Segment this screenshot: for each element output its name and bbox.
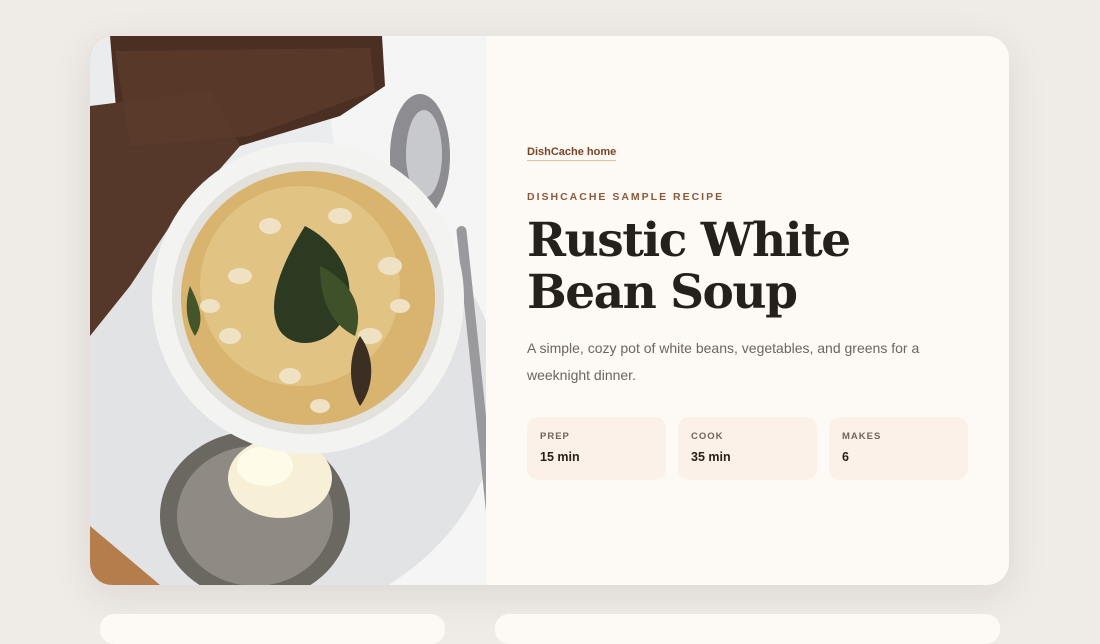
stat-prep: PREP 15 min	[527, 417, 666, 480]
recipe-eyebrow: DISHCACHE SAMPLE RECIPE	[527, 191, 725, 203]
recipe-title: Rustic White Bean Soup	[527, 213, 851, 320]
stat-label: PREP	[540, 431, 570, 442]
stat-label: COOK	[691, 431, 724, 442]
stat-makes: MAKES 6	[829, 417, 968, 480]
recipe-header-content: DishCache home DISHCACHE SAMPLE RECIPE R…	[527, 142, 977, 480]
stat-value: 35 min	[691, 450, 731, 464]
stat-label: MAKES	[842, 431, 882, 442]
stat-value: 15 min	[540, 450, 580, 464]
recipe-stats: PREP 15 min COOK 35 min MAKES 6	[527, 417, 977, 480]
recipe-hero-card: DishCache home DISHCACHE SAMPLE RECIPE R…	[90, 36, 1009, 585]
recipe-photo	[90, 36, 486, 585]
stat-cook: COOK 35 min	[678, 417, 817, 480]
home-link[interactable]: DishCache home	[527, 146, 617, 161]
stat-value: 6	[842, 450, 849, 464]
recipe-description: A simple, cozy pot of white beans, veget…	[527, 340, 920, 383]
